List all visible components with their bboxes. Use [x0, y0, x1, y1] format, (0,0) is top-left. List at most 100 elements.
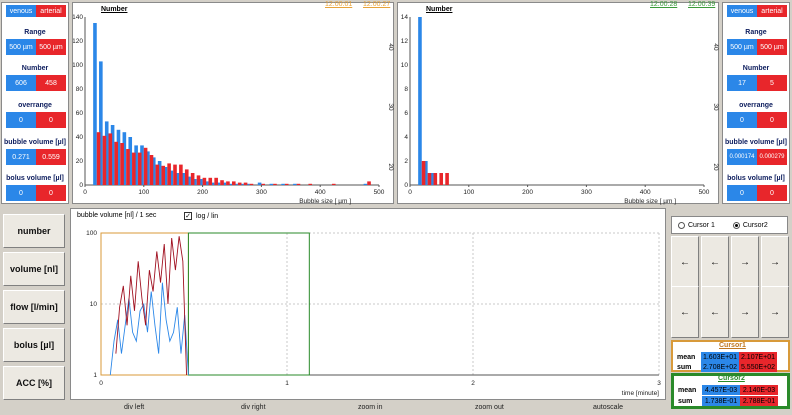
volume-mode-button[interactable]: volume [nl] — [3, 252, 65, 286]
hist1-bar-arterial — [190, 173, 195, 185]
hist1-bar-arterial — [143, 147, 148, 185]
right-channel-tabs[interactable]: venous arterial — [727, 5, 787, 17]
zoom-out-button[interactable]: zoom out — [475, 404, 504, 411]
right-number-label: Number — [742, 65, 770, 72]
trend-x-tick-label: 0 — [99, 380, 103, 387]
cursor1-sum-row: sum 2.708E+02 5.550E+02 — [677, 362, 777, 372]
hist1-x-tick-label: 200 — [197, 189, 208, 196]
cursor2-sum-arterial: 2.788E-01 — [740, 396, 778, 406]
cursor1-mean-label: mean — [677, 353, 696, 361]
left-bolus-volume-label: bolus volume [µl] — [6, 175, 64, 182]
hist1-bar-arterial — [273, 183, 277, 185]
hist2-y-tick-label: 10 — [401, 62, 409, 69]
left-overrange-venous: 0 — [6, 112, 36, 128]
hist2-x-tick-label: 0 — [408, 189, 412, 196]
left-bubble-volume-values: 0.271 0.559 — [6, 149, 66, 165]
trend-line-arterial — [115, 236, 188, 376]
hist1-bar-arterial — [161, 165, 166, 185]
hist1-y-tick-label: 60 — [76, 110, 84, 117]
hist1-bar-arterial — [108, 133, 113, 185]
cursor-up-small-right-button[interactable]: → — [731, 236, 759, 288]
hist1-x-tick-label: 300 — [256, 189, 267, 196]
hist1-bar-arterial — [126, 149, 130, 185]
hist2-y-tick-label: 0 — [404, 182, 408, 189]
right-overrange-arterial: 0 — [757, 112, 787, 128]
hist1-bar-arterial — [220, 180, 224, 185]
acc-mode-button[interactable]: ACC [%] — [3, 366, 65, 400]
hist1-bar-arterial — [137, 152, 142, 185]
cursor2-mean-venous: 4.457E-03 — [702, 385, 740, 395]
cursor-down-small-right-button[interactable]: → — [731, 286, 759, 338]
cursor-up-big-right-button[interactable]: → — [761, 236, 789, 288]
hist1-x-tick-label: 0 — [83, 189, 87, 196]
hist2-y-tick-label: 2 — [404, 158, 408, 165]
bolus-mode-button[interactable]: bolus [µl] — [3, 328, 65, 362]
right-stats-panel: venous arterial Range 500 µm 500 µm Numb… — [722, 2, 790, 204]
cursor-up-big-left-button[interactable]: ← — [671, 236, 699, 288]
hist2-bar-arterial — [445, 173, 449, 185]
left-bubble-volume-arterial: 0.559 — [36, 149, 66, 165]
hist2-x-tick-label: 400 — [640, 189, 651, 196]
hist2-bar-arterial — [421, 161, 426, 185]
right-number-venous: 17 — [727, 75, 757, 91]
hist1-bar-arterial — [120, 143, 124, 185]
trend-x-tick-label: 2 — [471, 380, 475, 387]
left-overrange-values: 0 0 — [6, 112, 66, 128]
hist1-x-tick-label: 100 — [138, 189, 149, 196]
left-bolus-volume-values: 0 0 — [6, 185, 66, 201]
cursor1-sum-venous: 2.708E+02 — [701, 362, 739, 372]
cursor-up-small-left-button[interactable]: ← — [701, 236, 729, 288]
div-left-button[interactable]: div left — [124, 404, 144, 411]
cursor2-mean-row: mean 4.457E-03 2.140E-03 — [678, 385, 778, 395]
left-venous-tab[interactable]: venous — [6, 5, 36, 17]
autoscale-button[interactable]: autoscale — [593, 404, 623, 411]
hist1-bar-arterial — [261, 183, 265, 185]
right-bubble-volume-venous: 0.000174 — [727, 149, 757, 165]
trend-line-venous — [109, 282, 189, 376]
cursor1-sum-label: sum — [677, 363, 692, 371]
hist1-bar-venous — [281, 183, 285, 185]
right-range-values: 500 µm 500 µm — [727, 39, 787, 55]
cursor1-mean-row: mean 1.603E+01 2.107E+01 — [677, 352, 777, 362]
trend-y-tick-label: 1 — [93, 372, 97, 379]
cursor2-sum-row: sum 1.738E-01 2.788E-01 — [678, 396, 778, 406]
cursor2-mean-label: mean — [678, 386, 697, 394]
right-overrange-values: 0 0 — [727, 112, 787, 128]
hist1-bar-venous — [363, 183, 368, 185]
cursor2-radio[interactable] — [732, 221, 740, 229]
hist1-bar-arterial — [202, 177, 207, 185]
hist2-bar-arterial — [427, 173, 432, 185]
cursor-controls-panel: Cursor 1 Cursor2 ← ← → → ← ← → → — [669, 214, 790, 338]
hist2-x-tick-label: 300 — [581, 189, 592, 196]
hist2-right-tick-label: 30 — [712, 103, 719, 111]
left-bubble-volume-venous: 0.271 — [6, 149, 36, 165]
right-venous-tab[interactable]: venous — [727, 5, 757, 17]
hist2-bar-arterial — [439, 173, 443, 185]
number-mode-button[interactable]: number — [3, 214, 65, 248]
right-arterial-tab[interactable]: arterial — [757, 5, 787, 17]
cursor-down-small-left-button[interactable]: ← — [701, 286, 729, 338]
cursor-select-box: Cursor 1 Cursor2 — [671, 216, 788, 234]
left-arterial-tab[interactable]: arterial — [36, 5, 66, 17]
cursor-down-big-left-button[interactable]: ← — [671, 286, 699, 338]
flow-mode-button[interactable]: flow [l/min] — [3, 290, 65, 324]
histogram-1-chart: 0 20 40 60 80 100 120 140 0 100 200 300 400 500 Bubble… — [73, 14, 394, 205]
right-bolus-volume-values: 0 0 — [727, 185, 787, 201]
hist1-right-tick-label: 20 — [387, 163, 394, 171]
hist1-y-tick-label: 0 — [79, 182, 83, 189]
hist1-bar-arterial — [179, 164, 183, 185]
div-right-button[interactable]: div right — [241, 404, 266, 411]
hist1-bar-arterial — [214, 177, 218, 185]
zoom-in-button[interactable]: zoom in — [358, 404, 383, 411]
cursor-down-big-right-button[interactable]: → — [761, 286, 789, 338]
left-overrange-label: overrange — [18, 102, 52, 109]
cursor1-radio[interactable] — [678, 221, 685, 229]
right-bubble-volume-values: 0.000174 0.000279 — [727, 149, 787, 165]
hist2-y-tick-label: 14 — [401, 14, 409, 21]
hist1-bar-arterial — [184, 169, 189, 185]
right-bolus-volume-arterial: 0 — [757, 185, 787, 201]
left-range-values: 500 µm 500 µm — [6, 39, 66, 55]
hist1-x-tick-label: 500 — [374, 189, 385, 196]
hist2-x-tick-label: 100 — [463, 189, 474, 196]
left-channel-tabs[interactable]: venous arterial — [6, 5, 66, 17]
